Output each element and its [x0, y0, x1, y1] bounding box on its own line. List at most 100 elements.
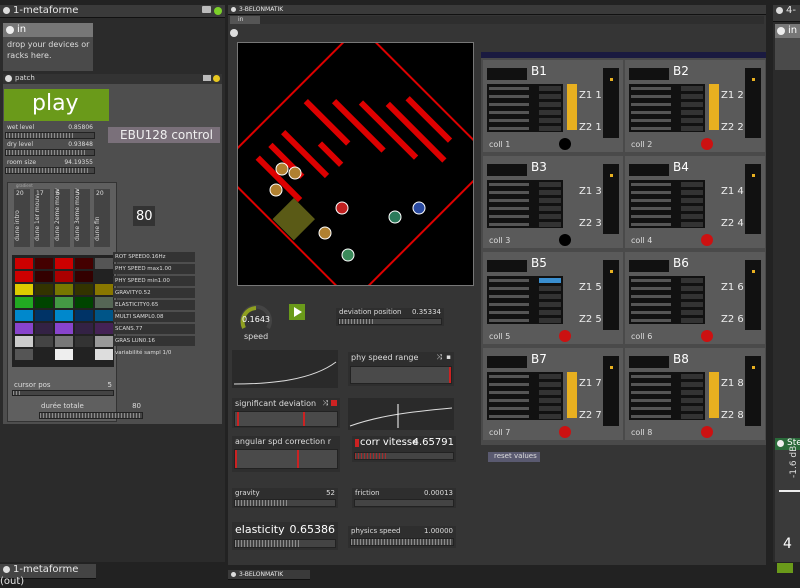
- board-case-list[interactable]: [629, 276, 705, 324]
- lock-icon[interactable]: ▪: [446, 353, 451, 361]
- color-cell[interactable]: [54, 309, 74, 322]
- color-cell[interactable]: [74, 257, 94, 270]
- phy-speed-range[interactable]: phy speed range ⤨ ▪: [348, 352, 454, 386]
- reset-values-button[interactable]: reset values: [488, 452, 540, 462]
- add-icon[interactable]: [3, 565, 10, 573]
- mid-add-icon[interactable]: [231, 572, 236, 577]
- mid-fold-button-icon[interactable]: [230, 29, 238, 37]
- color-cell[interactable]: [94, 322, 114, 335]
- left-window-titlebar[interactable]: 1-metaforme: [0, 5, 225, 18]
- board-mini-controls[interactable]: [487, 356, 527, 368]
- coll-indicator-icon[interactable]: [559, 138, 571, 150]
- color-cell[interactable]: [94, 283, 114, 296]
- board-mini-controls[interactable]: [629, 164, 669, 176]
- color-cell[interactable]: [54, 348, 74, 361]
- board-case-list[interactable]: [487, 276, 563, 324]
- color-cell[interactable]: [14, 335, 34, 348]
- color-cell[interactable]: [14, 296, 34, 309]
- board-mini-controls[interactable]: [487, 68, 527, 80]
- board-mini-controls[interactable]: [487, 164, 527, 176]
- speed-dial[interactable]: 0.1643 speed: [238, 302, 274, 342]
- color-cell[interactable]: [74, 283, 94, 296]
- mid-window-titlebar[interactable]: 3-BELONMATIK: [228, 5, 766, 15]
- color-cell[interactable]: [34, 270, 54, 283]
- color-cell[interactable]: [94, 257, 114, 270]
- board-mini-controls[interactable]: [487, 260, 527, 272]
- patch-toggle-icon[interactable]: [5, 75, 12, 82]
- ebu-control-button[interactable]: EBU128 control: [108, 127, 220, 143]
- color-cell[interactable]: [54, 257, 74, 270]
- cursor-pos-row[interactable]: cursor pos 5: [12, 381, 114, 396]
- window-fold-icon[interactable]: [3, 6, 10, 14]
- right-fold-icon[interactable]: [776, 6, 783, 14]
- coll-indicator-icon[interactable]: [559, 330, 571, 342]
- color-cell[interactable]: [34, 257, 54, 270]
- color-cell[interactable]: [94, 296, 114, 309]
- color-cell[interactable]: [14, 348, 34, 361]
- color-matrix[interactable]: [12, 255, 114, 367]
- deviation-position-slider[interactable]: deviation position 0.35334: [336, 308, 444, 326]
- color-cell[interactable]: [34, 309, 54, 322]
- shuffle-icon[interactable]: ⤨: [436, 353, 442, 362]
- board-case-list[interactable]: [629, 84, 705, 132]
- color-cell[interactable]: [34, 296, 54, 309]
- color-cell[interactable]: [94, 348, 114, 361]
- coll-indicator-icon[interactable]: [701, 330, 713, 342]
- param-dry-level[interactable]: dry level 0.93848: [5, 141, 95, 157]
- angular-correction[interactable]: angular spd correction r: [232, 436, 340, 472]
- big-number-box[interactable]: 80: [133, 206, 155, 226]
- color-cell[interactable]: [74, 309, 94, 322]
- vertical-sliders[interactable]: 20 dune intro 17 dune 1er mouv 6 dune 2eme …: [12, 188, 112, 249]
- color-cell[interactable]: [94, 309, 114, 322]
- color-cell[interactable]: [14, 283, 34, 296]
- param-wet-level[interactable]: wet level 0.85806: [5, 124, 95, 140]
- coll-indicator-icon[interactable]: [701, 234, 713, 246]
- elasticity-slider[interactable]: elasticity 0.65386: [232, 522, 338, 550]
- color-cell[interactable]: [34, 322, 54, 335]
- color-cell[interactable]: [14, 309, 34, 322]
- play-button[interactable]: play: [4, 89, 109, 121]
- color-cell[interactable]: [54, 270, 74, 283]
- coll-indicator-icon[interactable]: [701, 138, 713, 150]
- coll-indicator-icon[interactable]: [559, 234, 571, 246]
- color-cell[interactable]: [14, 257, 34, 270]
- board-case-list[interactable]: [487, 84, 563, 132]
- board-case-list[interactable]: [487, 180, 563, 228]
- mid-window-footer[interactable]: 3-BELONMATIK: [228, 570, 310, 580]
- board-case-list[interactable]: [629, 372, 705, 420]
- left-window-footer[interactable]: 1-metaforme (out): [0, 564, 96, 587]
- coll-indicator-icon[interactable]: [559, 426, 571, 438]
- duree-row[interactable]: durée totale 80: [39, 402, 143, 420]
- color-cell[interactable]: [14, 270, 34, 283]
- color-cell[interactable]: [54, 335, 74, 348]
- color-cell[interactable]: [74, 296, 94, 309]
- shuffle-icon[interactable]: ⤨: [322, 399, 328, 408]
- corr-vitesse[interactable]: corr vitesse 4.65791: [352, 436, 456, 462]
- curve-editor-1[interactable]: [232, 350, 338, 388]
- color-cell[interactable]: [34, 335, 54, 348]
- color-cell[interactable]: [74, 335, 94, 348]
- color-cell[interactable]: [54, 296, 74, 309]
- significant-deviation[interactable]: significant deviation ⤨: [232, 398, 340, 428]
- camera-icon[interactable]: [202, 6, 211, 13]
- right-inlet-toggle-icon[interactable]: [777, 27, 785, 35]
- coll-indicator-icon[interactable]: [701, 426, 713, 438]
- color-cell[interactable]: [54, 322, 74, 335]
- board-mini-controls[interactable]: [629, 68, 669, 80]
- physics-speed-slider[interactable]: physics speed 1.00000: [348, 526, 456, 548]
- board-mini-controls[interactable]: [629, 356, 669, 368]
- right-play-icon[interactable]: [777, 563, 793, 573]
- color-cell[interactable]: [74, 348, 94, 361]
- right-window-titlebar[interactable]: 4-: [773, 5, 800, 22]
- param-room-size[interactable]: room size 94.19355: [5, 159, 95, 175]
- board-mini-controls[interactable]: [629, 260, 669, 272]
- color-cell[interactable]: [34, 283, 54, 296]
- gravity-slider[interactable]: gravity 52: [232, 488, 338, 508]
- color-cell[interactable]: [94, 335, 114, 348]
- right-device-toggle-icon[interactable]: [777, 440, 784, 447]
- color-cell[interactable]: [94, 270, 114, 283]
- color-cell[interactable]: [14, 322, 34, 335]
- record-icon[interactable]: [331, 400, 337, 406]
- color-cell[interactable]: [34, 348, 54, 361]
- friction-slider[interactable]: friction 0.00013: [352, 488, 456, 508]
